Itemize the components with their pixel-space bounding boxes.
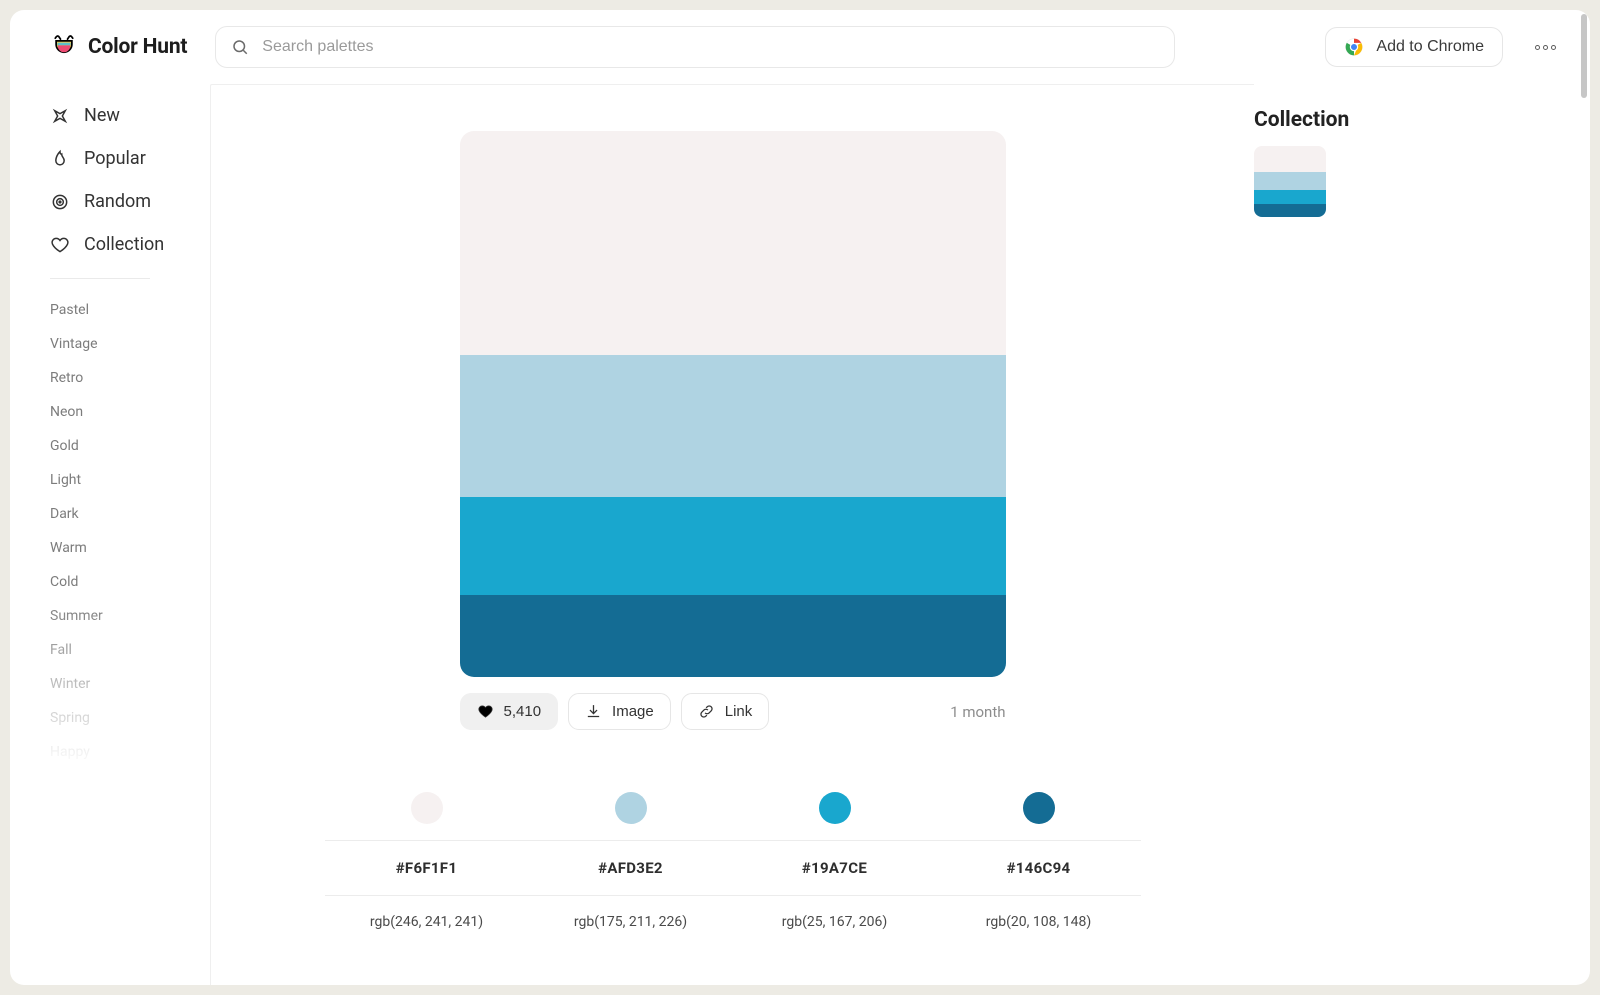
spiral-icon bbox=[50, 192, 70, 212]
palette-actions: 5,410 Image Link bbox=[460, 693, 1006, 730]
rgb-value-1[interactable]: rgb(246, 241, 241) bbox=[325, 896, 529, 948]
palette-color-2[interactable] bbox=[460, 355, 1006, 497]
tag-fall[interactable]: Fall bbox=[50, 633, 210, 667]
hex-value-4[interactable]: #146C94 bbox=[937, 841, 1141, 895]
nav-label: Popular bbox=[84, 148, 146, 169]
tag-happy[interactable]: Happy bbox=[50, 735, 210, 769]
tag-dark[interactable]: Dark bbox=[50, 497, 210, 531]
tag-spring[interactable]: Spring bbox=[50, 701, 210, 735]
palette-timestamp: 1 month bbox=[950, 703, 1005, 721]
link-button-label: Link bbox=[725, 703, 753, 720]
nav-new[interactable]: New bbox=[50, 94, 210, 137]
tag-gold[interactable]: Gold bbox=[50, 429, 210, 463]
tag-light[interactable]: Light bbox=[50, 463, 210, 497]
collection-panel: Collection bbox=[1254, 84, 1590, 985]
tag-summer[interactable]: Summer bbox=[50, 599, 210, 633]
chrome-icon bbox=[1344, 37, 1364, 57]
add-to-chrome-button[interactable]: Add to Chrome bbox=[1325, 27, 1503, 67]
search-wrap bbox=[215, 26, 1175, 68]
link-icon bbox=[698, 703, 715, 720]
palette-color-1[interactable] bbox=[460, 131, 1006, 355]
image-button[interactable]: Image bbox=[568, 693, 671, 730]
divider bbox=[50, 278, 150, 279]
collection-title: Collection bbox=[1254, 108, 1550, 132]
scrollbar-thumb[interactable] bbox=[1581, 14, 1587, 98]
like-button[interactable]: 5,410 bbox=[460, 693, 559, 730]
mini-color-2 bbox=[1254, 172, 1326, 190]
mini-color-3 bbox=[1254, 190, 1326, 204]
brand-icon bbox=[50, 33, 78, 61]
tag-vintage[interactable]: Vintage bbox=[50, 327, 210, 361]
rgb-value-4[interactable]: rgb(20, 108, 148) bbox=[937, 896, 1141, 948]
download-icon bbox=[585, 703, 602, 720]
nav-label: Collection bbox=[84, 234, 164, 255]
swatch-2[interactable] bbox=[615, 792, 647, 824]
flame-icon bbox=[50, 149, 70, 169]
mini-color-1 bbox=[1254, 146, 1326, 172]
sidebar: New Popular Random Collection bbox=[10, 84, 210, 985]
tag-cold[interactable]: Cold bbox=[50, 565, 210, 599]
rgb-value-3[interactable]: rgb(25, 167, 206) bbox=[733, 896, 937, 948]
hex-value-1[interactable]: #F6F1F1 bbox=[325, 841, 529, 895]
nav-collection[interactable]: Collection bbox=[50, 223, 210, 266]
header: Color Hunt Add to Chrome bbox=[10, 10, 1590, 84]
chrome-button-label: Add to Chrome bbox=[1376, 38, 1484, 56]
tag-winter[interactable]: Winter bbox=[50, 667, 210, 701]
tag-retro[interactable]: Retro bbox=[50, 361, 210, 395]
more-menu-icon[interactable] bbox=[1535, 45, 1556, 50]
rgb-value-2[interactable]: rgb(175, 211, 226) bbox=[529, 896, 733, 948]
hex-value-3[interactable]: #19A7CE bbox=[733, 841, 937, 895]
like-count: 5,410 bbox=[504, 703, 542, 720]
palette-color-4[interactable] bbox=[460, 595, 1006, 677]
image-button-label: Image bbox=[612, 703, 654, 720]
hex-value-2[interactable]: #AFD3E2 bbox=[529, 841, 733, 895]
heart-icon bbox=[50, 235, 70, 255]
collection-thumbnail[interactable] bbox=[1254, 146, 1326, 217]
swatch-3[interactable] bbox=[819, 792, 851, 824]
logo[interactable]: Color Hunt bbox=[50, 33, 187, 61]
search-icon bbox=[231, 38, 249, 56]
search-input[interactable] bbox=[215, 26, 1175, 68]
mini-color-4 bbox=[1254, 204, 1326, 217]
color-details-table: #F6F1F1 #AFD3E2 #19A7CE #146C94 rgb(246,… bbox=[325, 782, 1141, 948]
tag-list: Pastel Vintage Retro Neon Gold Light Dar… bbox=[50, 293, 210, 769]
tag-warm[interactable]: Warm bbox=[50, 531, 210, 565]
main-content: 5,410 Image Link bbox=[210, 84, 1254, 985]
link-button[interactable]: Link bbox=[681, 693, 770, 730]
brand-name: Color Hunt bbox=[88, 35, 187, 59]
palette-color-3[interactable] bbox=[460, 497, 1006, 595]
heart-filled-icon bbox=[477, 703, 494, 720]
sparkle-icon bbox=[50, 106, 70, 126]
swatch-1[interactable] bbox=[411, 792, 443, 824]
nav-popular[interactable]: Popular bbox=[50, 137, 210, 180]
tag-neon[interactable]: Neon bbox=[50, 395, 210, 429]
nav-label: Random bbox=[84, 191, 151, 212]
nav-label: New bbox=[84, 105, 120, 126]
swatch-4[interactable] bbox=[1023, 792, 1055, 824]
nav-random[interactable]: Random bbox=[50, 180, 210, 223]
palette-card bbox=[460, 131, 1006, 677]
tag-pastel[interactable]: Pastel bbox=[50, 293, 210, 327]
